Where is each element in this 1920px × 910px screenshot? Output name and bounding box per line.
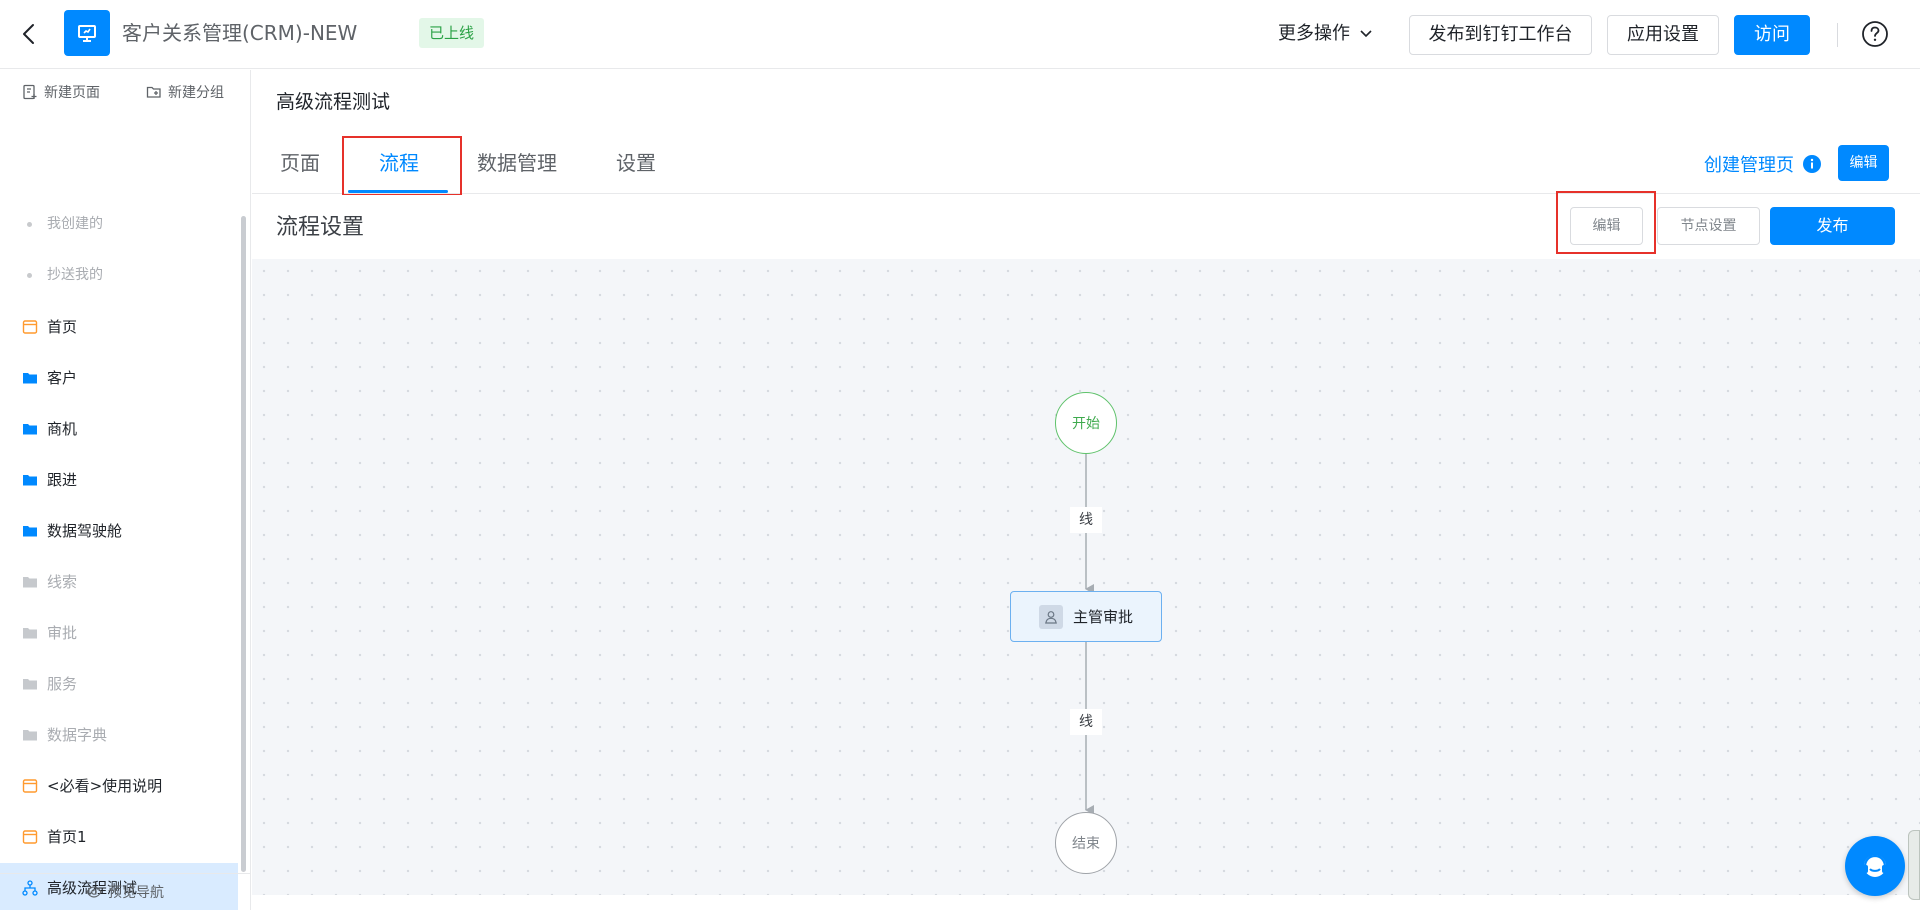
sidebar-item-approval[interactable]: 审批 xyxy=(0,608,238,659)
sidebar-item-label: 首页1 xyxy=(47,828,87,846)
create-admin-page-label: 创建管理页 xyxy=(1704,155,1794,176)
headset-icon xyxy=(1863,854,1887,877)
approver-node-label: 主管审批 xyxy=(1072,608,1133,626)
more-operations-label: 更多操作 xyxy=(1278,23,1350,44)
sidebar-item-created-by-me[interactable]: 我创建的 xyxy=(0,199,238,250)
folder-icon xyxy=(23,475,37,486)
sidebar-item-data-cockpit[interactable]: 数据驾驶舱 xyxy=(0,506,238,557)
process-toolbar: 流程设置 编辑 节点设置 发布 xyxy=(252,195,1920,259)
end-node[interactable]: 结束 xyxy=(1055,812,1117,874)
chevron-down-icon xyxy=(1360,30,1372,38)
customer-support-button[interactable] xyxy=(1845,836,1905,896)
new-page-icon xyxy=(23,84,37,100)
tab-settings[interactable]: 设置 xyxy=(616,142,656,194)
page-title: 高级流程测试 xyxy=(276,91,391,113)
start-node[interactable]: 开始 xyxy=(1055,392,1117,454)
app-root: 客户关系管理(CRM)-NEW 已上线 更多操作 发布到钉钉工作台 应用设置 访… xyxy=(0,0,1920,910)
sidebar-item-label: 审批 xyxy=(47,624,78,642)
edge-label[interactable]: 线 xyxy=(1070,507,1102,533)
sidebar-item-label: 客户 xyxy=(47,369,78,387)
create-admin-page-link[interactable]: 创建管理页 xyxy=(1704,152,1822,176)
edit-process-button[interactable]: 编辑 xyxy=(1570,207,1643,245)
app-logo xyxy=(64,10,110,56)
folder-icon xyxy=(23,577,37,588)
status-badge: 已上线 xyxy=(419,18,485,48)
sidebar-item-label: 抄送我的 xyxy=(47,267,103,283)
sidebar-item-label: 线索 xyxy=(47,573,78,591)
info-icon[interactable] xyxy=(1802,154,1822,174)
sidebar-item-customer[interactable]: 客户 xyxy=(0,353,238,404)
folder-icon xyxy=(23,526,37,537)
process-canvas[interactable]: 开始 线 主管审批 线 结束 xyxy=(252,259,1920,895)
sidebar-scrollbar[interactable] xyxy=(241,216,246,872)
preview-navigation-label: 预览导航 xyxy=(108,885,164,901)
active-tab-indicator xyxy=(348,190,448,193)
sidebar-item-label: 首页 xyxy=(47,318,78,336)
sidebar-item-label: <必看>使用说明 xyxy=(47,777,163,795)
sidebar-item-leads[interactable]: 线索 xyxy=(0,557,238,608)
publish-to-dingtalk-button[interactable]: 发布到钉钉工作台 xyxy=(1409,15,1592,55)
sidebar-item-cc-to-me[interactable]: 抄送我的 xyxy=(0,250,238,301)
help-button[interactable] xyxy=(1861,20,1889,48)
tab-pages[interactable]: 页面 xyxy=(280,142,320,194)
sidebar-item-data-dictionary[interactable]: 数据字典 xyxy=(0,710,238,761)
page-icon xyxy=(22,830,38,844)
app-title: 客户关系管理(CRM)-NEW xyxy=(122,21,358,45)
edit-admin-button[interactable]: 编辑 xyxy=(1838,145,1889,181)
sidebar-item-label: 跟进 xyxy=(47,471,78,489)
side-widget-handle[interactable] xyxy=(1908,830,1920,900)
new-folder-icon xyxy=(146,86,161,98)
presentation-icon xyxy=(78,25,96,42)
eye-icon xyxy=(86,886,102,898)
sidebar-item-follow-up[interactable]: 跟进 xyxy=(0,455,238,506)
sidebar-item-home[interactable]: 首页 xyxy=(0,302,238,353)
sidebar-item-label: 我创建的 xyxy=(47,216,103,232)
visit-button[interactable]: 访问 xyxy=(1734,15,1810,55)
sidebar-item-label: 数据驾驶舱 xyxy=(47,522,123,540)
sidebar-actions: 新建页面 新建分组 xyxy=(0,70,250,114)
new-group-label: 新建分组 xyxy=(168,85,224,101)
page-icon xyxy=(22,320,38,334)
folder-icon xyxy=(23,679,37,690)
bullet-dot xyxy=(27,222,32,227)
approver-node[interactable]: 主管审批 xyxy=(1010,591,1162,642)
sidebar-item-label: 商机 xyxy=(47,420,78,438)
new-page-button[interactable]: 新建页面 xyxy=(22,82,100,102)
top-header: 客户关系管理(CRM)-NEW 已上线 更多操作 发布到钉钉工作台 应用设置 访… xyxy=(0,0,1920,69)
tab-bar: 页面 流程 数据管理 设置 xyxy=(252,142,1920,194)
more-operations-dropdown[interactable]: 更多操作 xyxy=(1278,19,1372,49)
back-button[interactable] xyxy=(18,20,42,48)
bullet-dot xyxy=(27,273,32,278)
process-settings-title: 流程设置 xyxy=(276,215,365,240)
sidebar-item-label: 服务 xyxy=(47,675,78,693)
new-group-button[interactable]: 新建分组 xyxy=(146,82,224,102)
folder-icon xyxy=(23,373,37,384)
main-content: 高级流程测试 页面 流程 数据管理 设置 创建管理页 编辑 流程设置 编辑 节点… xyxy=(252,70,1920,910)
new-page-label: 新建页面 xyxy=(44,85,100,101)
sidebar-item-home1[interactable]: 首页1 xyxy=(0,812,238,863)
edge-label[interactable]: 线 xyxy=(1070,709,1102,735)
sidebar-item-label: 数据字典 xyxy=(47,726,108,744)
node-settings-button[interactable]: 节点设置 xyxy=(1657,207,1760,245)
flow-edges xyxy=(1085,454,1094,815)
user-icon xyxy=(1038,604,1063,629)
sidebar-item-instructions[interactable]: <必看>使用说明 xyxy=(0,761,238,812)
tab-data-management[interactable]: 数据管理 xyxy=(477,142,557,194)
tab-process[interactable]: 流程 xyxy=(379,142,419,194)
sidebar-item-opportunity[interactable]: 商机 xyxy=(0,404,238,455)
publish-button[interactable]: 发布 xyxy=(1770,207,1895,245)
folder-icon xyxy=(23,424,37,435)
preview-navigation-button[interactable]: 预览导航 xyxy=(0,873,250,910)
app-settings-button[interactable]: 应用设置 xyxy=(1607,15,1719,55)
sidebar: 新建页面 新建分组 我创建的 抄送我的 首页客户商机跟进数据驾驶舱线索审批服务数… xyxy=(0,70,251,910)
page-icon xyxy=(22,779,38,793)
header-divider xyxy=(1837,23,1838,47)
folder-icon xyxy=(23,628,37,639)
chevron-left-icon xyxy=(23,24,34,44)
question-circle-icon xyxy=(1862,21,1888,47)
sidebar-item-service[interactable]: 服务 xyxy=(0,659,238,710)
folder-icon xyxy=(23,730,37,741)
